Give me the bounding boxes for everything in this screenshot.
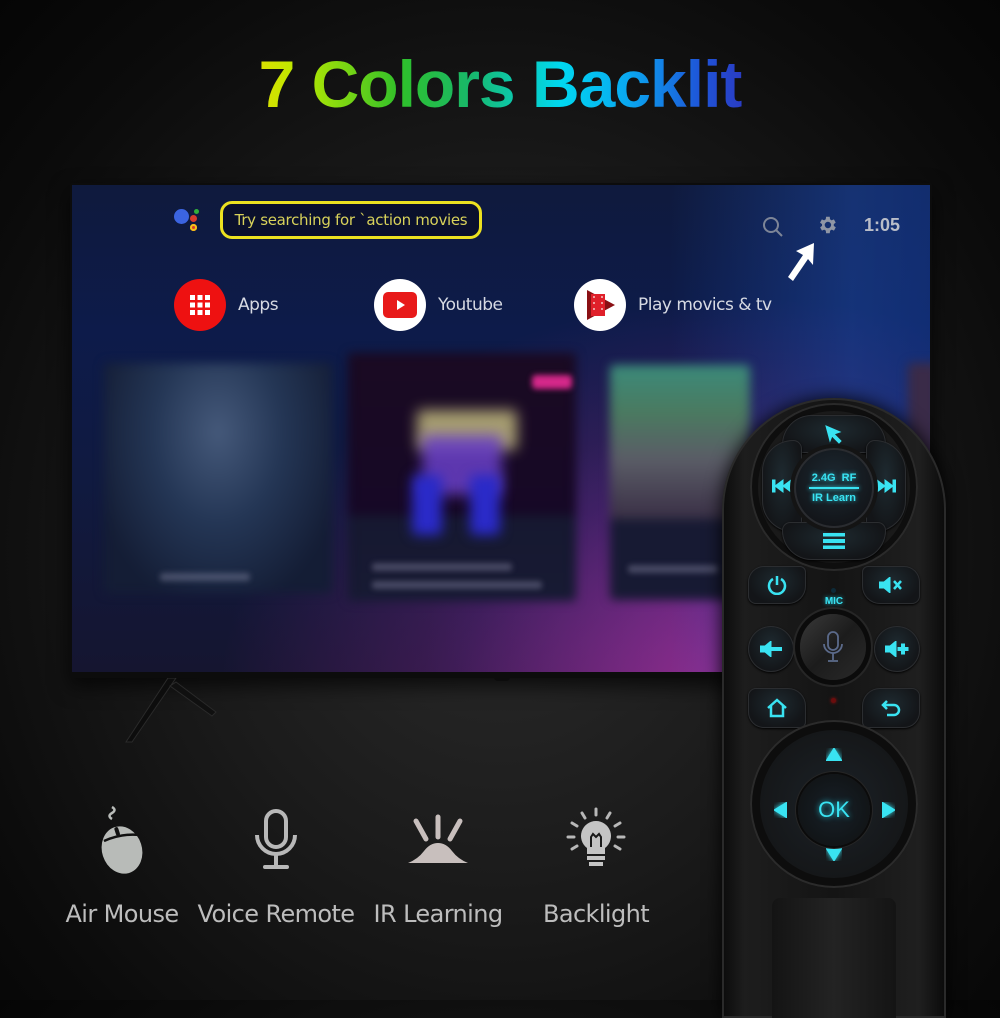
home-button[interactable] bbox=[748, 688, 806, 728]
app-item-play-movies[interactable]: Play movics & tv bbox=[574, 277, 772, 333]
ir-signal-icon bbox=[408, 814, 468, 863]
app-label: Play movics & tv bbox=[638, 295, 772, 315]
dpad-up[interactable] bbox=[808, 734, 860, 774]
volume-up-button[interactable] bbox=[874, 626, 920, 672]
youtube-icon bbox=[374, 279, 426, 331]
feature-label: Voice Remote bbox=[197, 900, 356, 928]
tv-sensor bbox=[494, 676, 510, 681]
dpad-right[interactable] bbox=[870, 784, 906, 836]
search-suggestion[interactable]: Try searching for `action movies bbox=[220, 201, 482, 239]
headline: 7 Colors Backlit bbox=[0, 46, 1000, 122]
app-label: Apps bbox=[238, 295, 279, 315]
ok-button[interactable]: OK bbox=[798, 774, 870, 846]
arrow-pointer-icon bbox=[788, 243, 814, 281]
mic-hole bbox=[831, 588, 836, 593]
arrow-left-icon bbox=[773, 802, 787, 818]
indicator-led bbox=[831, 698, 836, 703]
back-icon bbox=[881, 700, 901, 717]
back-button[interactable] bbox=[862, 688, 920, 728]
feature-label: IR Learning bbox=[373, 900, 504, 928]
feature-ir-learning: IR Learning bbox=[358, 800, 518, 928]
mute-icon bbox=[879, 577, 902, 593]
ir-learn-label: IR Learn bbox=[811, 492, 856, 504]
dpad-left[interactable] bbox=[762, 784, 798, 836]
previous-track-icon bbox=[772, 479, 792, 493]
tv-stand bbox=[125, 678, 217, 743]
app-label: Youtube bbox=[438, 295, 503, 315]
menu-icon bbox=[823, 533, 845, 549]
arrow-up-icon bbox=[826, 747, 842, 761]
rf-label: 2.4G RF bbox=[811, 472, 857, 484]
feature-label: Backlight bbox=[542, 900, 650, 928]
feature-voice-remote: Voice Remote bbox=[196, 800, 356, 928]
arrow-right-icon bbox=[881, 802, 895, 818]
feature-air-mouse: Air Mouse bbox=[42, 800, 202, 928]
voice-button[interactable] bbox=[800, 614, 866, 680]
app-item-youtube[interactable]: Youtube bbox=[374, 277, 503, 333]
clock: 1:05 bbox=[864, 215, 901, 235]
power-icon bbox=[767, 576, 787, 595]
gear-icon[interactable] bbox=[816, 214, 838, 236]
ok-label: OK bbox=[818, 797, 850, 822]
volume-up-icon bbox=[885, 641, 909, 657]
mute-button[interactable] bbox=[862, 566, 920, 604]
feature-backlight: Backlight bbox=[516, 800, 676, 928]
cursor-icon bbox=[825, 425, 842, 444]
mouse-icon bbox=[101, 805, 143, 874]
volume-down-button[interactable] bbox=[748, 626, 794, 672]
content-card bbox=[104, 363, 332, 593]
grid-icon bbox=[174, 279, 226, 331]
power-button[interactable] bbox=[748, 566, 806, 604]
microphone-icon bbox=[823, 631, 843, 662]
arrow-down-icon bbox=[826, 847, 842, 861]
search-icon[interactable] bbox=[762, 216, 784, 238]
play-movies-icon bbox=[574, 279, 626, 331]
remote-grip bbox=[772, 898, 896, 1018]
app-item-apps[interactable]: Apps bbox=[174, 277, 279, 333]
remote-control: 2.4G RF IR Learn MIC OK bbox=[722, 398, 946, 1018]
microphone-icon bbox=[255, 809, 297, 869]
center-learn-button[interactable]: 2.4G RF IR Learn bbox=[794, 448, 874, 528]
volume-down-icon bbox=[760, 641, 782, 657]
mic-label: MIC bbox=[824, 596, 844, 607]
feature-label: Air Mouse bbox=[65, 900, 179, 928]
next-track-icon bbox=[876, 479, 896, 493]
lightbulb-icon bbox=[566, 807, 626, 866]
google-assistant-icon[interactable] bbox=[174, 207, 204, 237]
home-icon bbox=[767, 698, 787, 718]
